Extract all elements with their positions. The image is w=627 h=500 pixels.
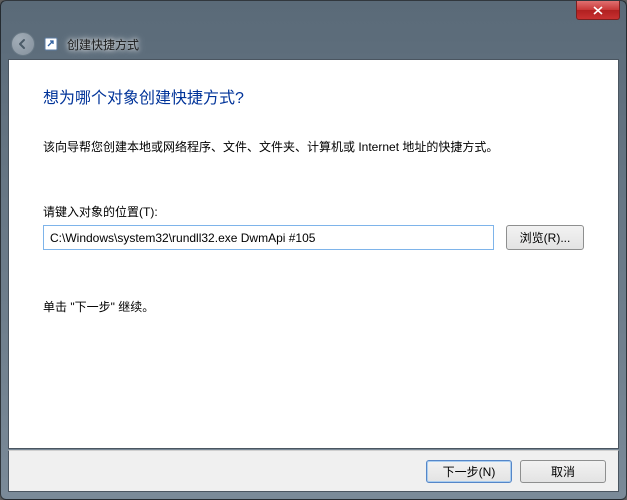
path-field-label: 请键入对象的位置(T):	[43, 203, 584, 220]
page-heading: 想为哪个对象创建快捷方式?	[43, 84, 584, 108]
content-panel: 想为哪个对象创建快捷方式? 该向导帮您创建本地或网络程序、文件、文件夹、计算机或…	[8, 59, 619, 449]
description-text: 该向导帮您创建本地或网络程序、文件、文件夹、计算机或 Internet 地址的快…	[43, 138, 584, 155]
titlebar	[1, 1, 626, 29]
back-arrow-icon	[17, 38, 29, 50]
header: 创建快捷方式	[1, 29, 626, 59]
wizard-window: 创建快捷方式 想为哪个对象创建快捷方式? 该向导帮您创建本地或网络程序、文件、文…	[0, 0, 627, 500]
path-input-row: 浏览(R)...	[43, 225, 584, 250]
shortcut-icon	[43, 36, 59, 52]
browse-button[interactable]: 浏览(R)...	[506, 225, 584, 250]
next-button[interactable]: 下一步(N)	[426, 460, 512, 483]
hint-text: 单击 "下一步" 继续。	[43, 298, 584, 315]
close-icon	[593, 6, 603, 15]
path-input[interactable]	[43, 225, 494, 250]
footer: 下一步(N) 取消	[8, 450, 619, 492]
close-button[interactable]	[576, 1, 620, 20]
back-button[interactable]	[11, 32, 35, 56]
cancel-button[interactable]: 取消	[520, 460, 606, 483]
header-title: 创建快捷方式	[67, 36, 139, 53]
